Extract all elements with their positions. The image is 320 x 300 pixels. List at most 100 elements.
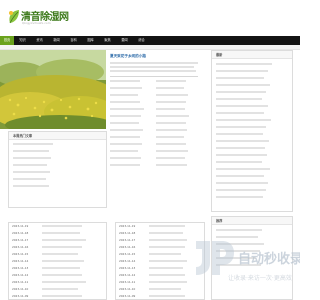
site-subtitle: Qingyinchushi.com bbox=[22, 21, 51, 25]
list-item[interactable] bbox=[110, 122, 139, 124]
list-item[interactable] bbox=[216, 154, 267, 156]
list-item-date: 2023-11-19 bbox=[119, 224, 136, 228]
list-item[interactable] bbox=[216, 161, 262, 163]
list-item[interactable] bbox=[156, 87, 184, 89]
list-item[interactable] bbox=[149, 260, 187, 262]
list-item[interactable] bbox=[156, 150, 188, 152]
featured-desc-line bbox=[110, 62, 198, 64]
list-item[interactable] bbox=[156, 122, 186, 124]
list-item-date: 2023-11-11 bbox=[12, 280, 29, 284]
list-item[interactable] bbox=[42, 274, 82, 276]
list-item[interactable] bbox=[216, 126, 266, 128]
list-item[interactable] bbox=[156, 115, 189, 117]
list-item[interactable] bbox=[13, 178, 46, 180]
list-item[interactable] bbox=[216, 182, 268, 184]
leaf-logo-icon[interactable] bbox=[7, 9, 21, 25]
list-item[interactable] bbox=[110, 80, 140, 82]
list-item[interactable] bbox=[110, 94, 138, 96]
list-item[interactable] bbox=[216, 91, 266, 93]
list-item[interactable] bbox=[42, 281, 86, 283]
nav-item-info[interactable]: 资讯 bbox=[31, 36, 48, 45]
watermark-j-glyph bbox=[196, 241, 210, 275]
list-item[interactable] bbox=[42, 267, 80, 269]
list-item[interactable] bbox=[216, 63, 272, 65]
list-item[interactable] bbox=[216, 112, 264, 114]
list-item[interactable] bbox=[13, 164, 47, 166]
list-item[interactable] bbox=[156, 136, 184, 138]
featured-image[interactable] bbox=[0, 50, 106, 129]
list-item[interactable] bbox=[216, 175, 264, 177]
list-item-date: 2023-11-18 bbox=[119, 231, 136, 235]
list-item[interactable] bbox=[216, 140, 269, 142]
featured-desc-line bbox=[110, 70, 196, 72]
nav-item-home[interactable]: 首页 bbox=[0, 36, 14, 45]
list-item[interactable] bbox=[13, 150, 49, 152]
list-item[interactable] bbox=[13, 157, 51, 159]
list-item[interactable] bbox=[110, 87, 142, 89]
list-item[interactable] bbox=[149, 274, 185, 276]
list-item[interactable] bbox=[149, 246, 185, 248]
list-item[interactable] bbox=[42, 225, 82, 227]
nav-item-focus[interactable]: 聚焦 bbox=[99, 36, 116, 45]
list-item[interactable] bbox=[156, 143, 186, 145]
list-item[interactable] bbox=[110, 150, 138, 152]
list-item[interactable] bbox=[149, 225, 185, 227]
list-item[interactable] bbox=[216, 77, 264, 79]
list-item[interactable] bbox=[216, 147, 265, 149]
list-item[interactable] bbox=[216, 98, 262, 100]
list-item[interactable] bbox=[42, 295, 82, 297]
list-item[interactable] bbox=[149, 253, 181, 255]
list-item[interactable] bbox=[149, 232, 183, 234]
list-item[interactable] bbox=[216, 196, 263, 198]
list-item[interactable] bbox=[42, 260, 84, 262]
list-item[interactable] bbox=[42, 288, 78, 290]
featured-desc-line bbox=[110, 66, 194, 68]
list-item[interactable] bbox=[156, 129, 187, 131]
list-item[interactable] bbox=[216, 70, 268, 72]
list-item[interactable] bbox=[13, 171, 50, 173]
list-item-date: 2023-11-15 bbox=[119, 252, 136, 256]
list-item-date: 2023-11-09 bbox=[12, 294, 29, 298]
nav-item-gallery[interactable]: 图库 bbox=[82, 36, 99, 45]
list-item[interactable] bbox=[149, 295, 185, 297]
list-item[interactable] bbox=[149, 281, 187, 283]
list-item[interactable] bbox=[156, 94, 188, 96]
list-item[interactable] bbox=[110, 129, 143, 131]
list-item[interactable] bbox=[13, 185, 49, 187]
list-item[interactable] bbox=[42, 246, 82, 248]
list-item[interactable] bbox=[156, 108, 185, 110]
list-item[interactable] bbox=[156, 157, 185, 159]
list-item[interactable] bbox=[110, 108, 144, 110]
list-item[interactable] bbox=[110, 115, 141, 117]
list-item-date: 2023-11-19 bbox=[12, 224, 29, 228]
list-item[interactable] bbox=[216, 229, 262, 231]
nav-item-wiki[interactable]: 百科 bbox=[65, 36, 82, 45]
list-item[interactable] bbox=[216, 119, 271, 121]
list-item[interactable] bbox=[149, 288, 181, 290]
list-item[interactable] bbox=[42, 239, 86, 241]
list-item[interactable] bbox=[42, 253, 78, 255]
list-item[interactable] bbox=[13, 143, 53, 145]
nav-item-knowledge[interactable]: 知识 bbox=[14, 36, 31, 45]
nav-item-news[interactable]: 新闻 bbox=[48, 36, 65, 45]
list-item[interactable] bbox=[110, 136, 140, 138]
list-item[interactable] bbox=[149, 267, 183, 269]
list-item[interactable] bbox=[42, 232, 80, 234]
list-item[interactable] bbox=[110, 143, 142, 145]
watermark-sub: 让收录·来访一次·更高效 bbox=[228, 274, 292, 282]
list-item[interactable] bbox=[216, 84, 270, 86]
list-item[interactable] bbox=[149, 239, 187, 241]
list-item[interactable] bbox=[156, 164, 187, 166]
list-item[interactable] bbox=[156, 101, 186, 103]
featured-title[interactable]: 夏天采花于乡间的小路 bbox=[110, 54, 146, 59]
list-item[interactable] bbox=[216, 105, 268, 107]
list-item[interactable] bbox=[110, 164, 140, 166]
list-item[interactable] bbox=[156, 80, 186, 82]
nav-item-general[interactable]: 综合 bbox=[133, 36, 150, 45]
list-item[interactable] bbox=[216, 189, 266, 191]
nav-item-headlines[interactable]: 要闻 bbox=[116, 36, 133, 45]
list-item[interactable] bbox=[110, 157, 141, 159]
list-item[interactable] bbox=[110, 101, 140, 103]
list-item[interactable] bbox=[216, 168, 270, 170]
list-item[interactable] bbox=[216, 133, 263, 135]
